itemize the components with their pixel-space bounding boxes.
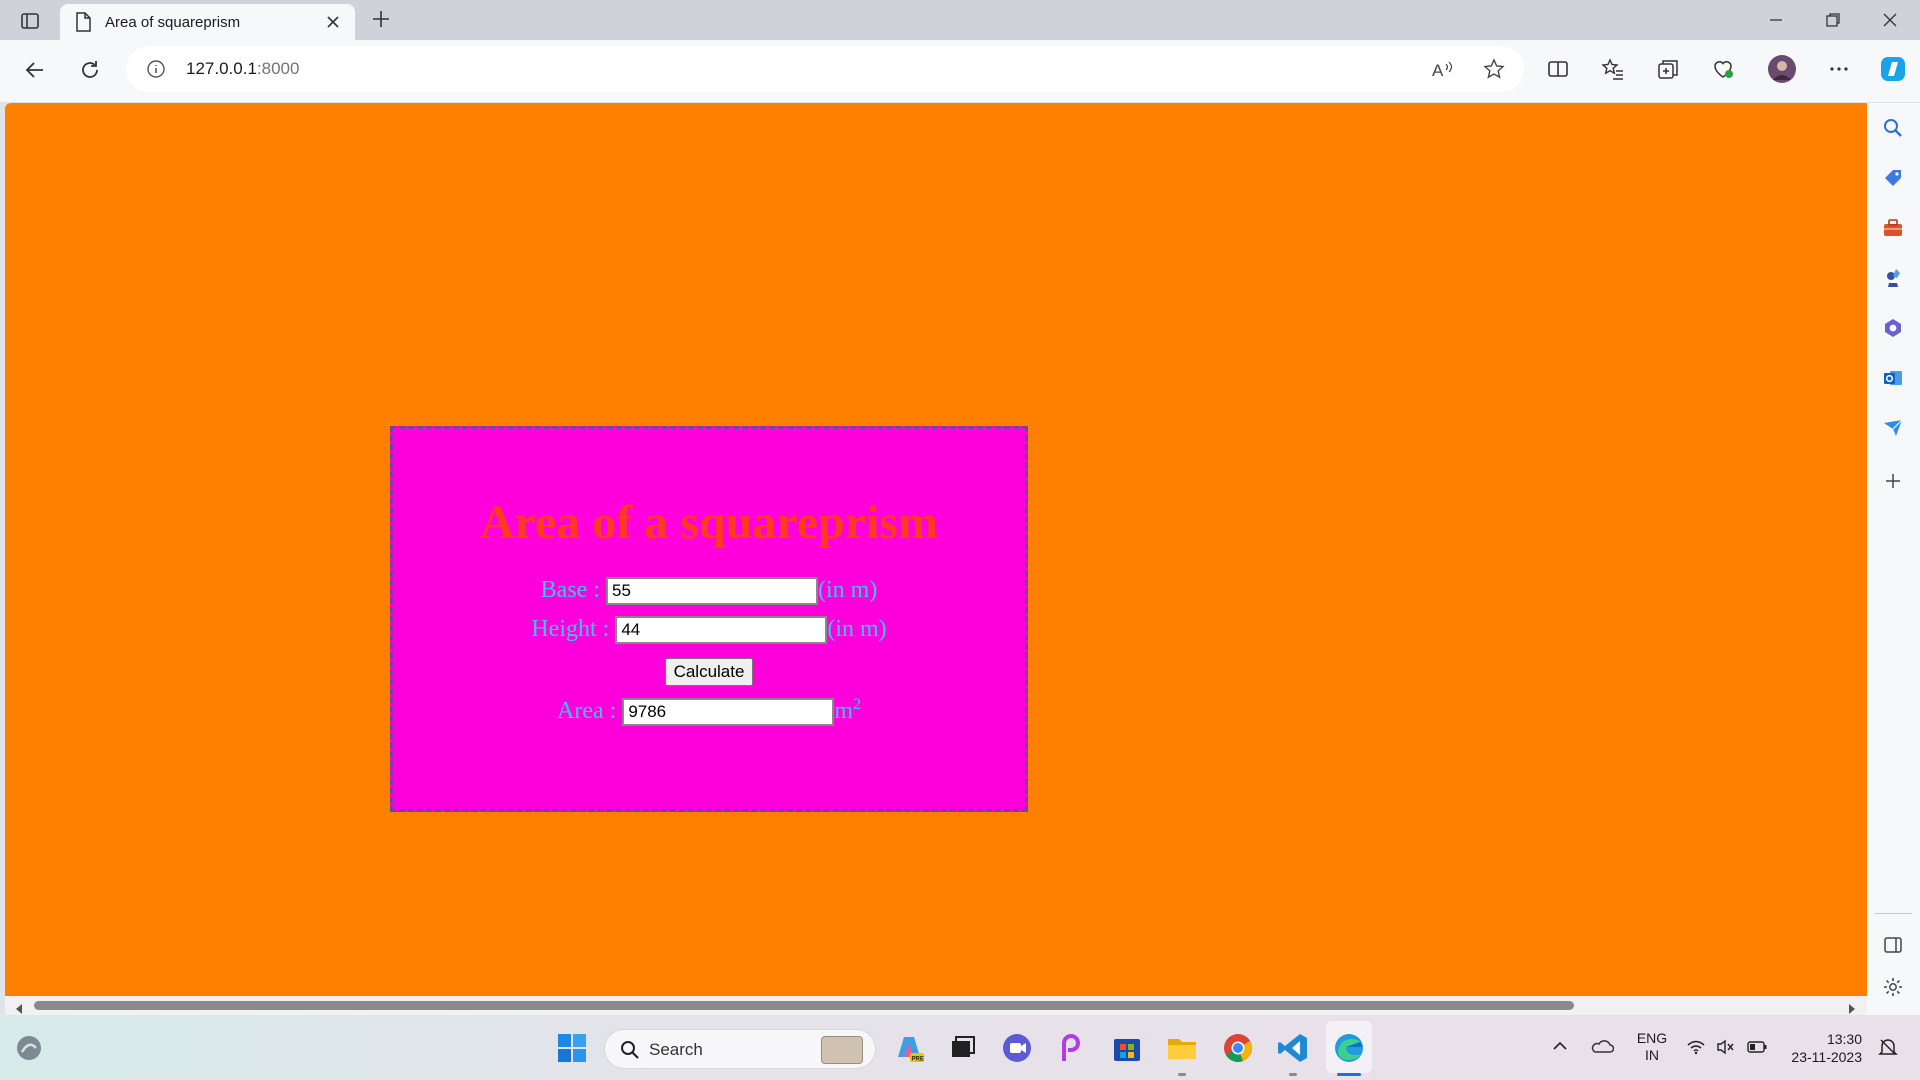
vscode-icon[interactable] bbox=[1276, 1031, 1310, 1065]
browser-toolbar: 127.0.0.1:8000 A bbox=[0, 40, 1920, 102]
start-button-icon[interactable] bbox=[555, 1031, 589, 1065]
shopping-tag-icon[interactable] bbox=[1882, 167, 1904, 194]
page-icon bbox=[74, 12, 92, 37]
page-title: Area of a squareprism bbox=[479, 496, 939, 549]
clock-time: 13:30 bbox=[1826, 1031, 1862, 1047]
microsoft-store-icon[interactable] bbox=[1110, 1031, 1144, 1065]
battery-icon[interactable] bbox=[1746, 1039, 1768, 1060]
browser-tab[interactable]: Area of squareprism bbox=[60, 4, 355, 40]
area-output[interactable] bbox=[622, 698, 835, 727]
area-unit-exponent: 2 bbox=[852, 696, 861, 713]
chrome-icon[interactable] bbox=[1221, 1031, 1255, 1065]
close-window-icon[interactable] bbox=[1878, 8, 1902, 37]
search-icon[interactable] bbox=[1882, 117, 1904, 144]
copilot-icon[interactable] bbox=[1878, 54, 1908, 89]
height-unit: (in m) bbox=[827, 616, 887, 642]
close-tab-icon[interactable] bbox=[323, 12, 343, 37]
edge-sidebar bbox=[1867, 103, 1920, 1015]
read-aloud-icon[interactable]: A bbox=[1431, 58, 1455, 85]
new-tab-icon[interactable] bbox=[370, 8, 392, 35]
vscode-running-indicator bbox=[1289, 1073, 1297, 1076]
file-explorer-running-indicator bbox=[1178, 1073, 1186, 1076]
tools-briefcase-icon[interactable] bbox=[1882, 217, 1904, 244]
task-view-icon[interactable] bbox=[946, 1031, 980, 1065]
search-magnifier-icon bbox=[619, 1039, 641, 1066]
search-placeholder: Search bbox=[649, 1040, 703, 1059]
area-label: Area : bbox=[557, 698, 617, 724]
calculate-row: Calculate bbox=[393, 657, 1025, 686]
notifications-icon[interactable] bbox=[1877, 1036, 1899, 1063]
base-label: Base : bbox=[540, 577, 600, 603]
browser-essentials-icon[interactable] bbox=[1711, 57, 1735, 86]
back-icon[interactable] bbox=[22, 57, 48, 88]
volume-muted-icon[interactable] bbox=[1716, 1039, 1736, 1060]
url-text[interactable]: 127.0.0.1:8000 bbox=[186, 59, 299, 79]
profile-avatar[interactable] bbox=[1767, 54, 1797, 89]
favorite-star-icon[interactable] bbox=[1483, 58, 1505, 85]
tab-title: Area of squareprism bbox=[105, 14, 241, 31]
restore-icon[interactable] bbox=[1821, 8, 1845, 37]
sidebar-settings-icon[interactable] bbox=[1882, 976, 1904, 1003]
hide-sidebar-icon[interactable] bbox=[1882, 934, 1904, 961]
teams-meet-icon[interactable] bbox=[1000, 1031, 1034, 1065]
send-icon[interactable] bbox=[1882, 417, 1904, 444]
base-row: Base : (in m) bbox=[393, 577, 1025, 606]
collections-icon[interactable] bbox=[1656, 57, 1680, 86]
svg-text:A: A bbox=[1432, 61, 1444, 80]
area-row: Area : m2 bbox=[393, 696, 1025, 727]
add-sidebar-app-icon[interactable] bbox=[1882, 470, 1904, 497]
calculator-card: Area of a squareprism Base : (in m) Heig… bbox=[390, 426, 1028, 812]
onedrive-icon[interactable] bbox=[1590, 1037, 1615, 1060]
height-label: Height : bbox=[531, 616, 610, 642]
games-icon[interactable] bbox=[1882, 267, 1904, 294]
horizontal-scrollbar[interactable] bbox=[5, 996, 1867, 1015]
svg-text:PRE: PRE bbox=[912, 1057, 924, 1063]
edge-icon[interactable] bbox=[1332, 1031, 1366, 1065]
taskbar-search-box[interactable]: Search bbox=[604, 1029, 876, 1069]
refresh-icon[interactable] bbox=[77, 57, 103, 88]
show-hidden-icons-icon[interactable] bbox=[1552, 1039, 1568, 1058]
calculate-button[interactable]: Calculate bbox=[664, 658, 754, 686]
base-unit: (in m) bbox=[818, 577, 878, 603]
clock-date: 23-11-2023 bbox=[1791, 1049, 1862, 1065]
sidebar-divider bbox=[1875, 913, 1912, 914]
minimize-icon[interactable] bbox=[1764, 8, 1788, 37]
copilot-preview-icon[interactable]: PRE bbox=[892, 1031, 926, 1065]
outlook-icon[interactable] bbox=[1882, 367, 1904, 394]
height-input[interactable] bbox=[615, 616, 828, 645]
microsoft-365-icon[interactable] bbox=[1882, 317, 1904, 344]
scrollbar-thumb[interactable] bbox=[34, 1001, 1574, 1010]
more-options-icon[interactable] bbox=[1827, 57, 1851, 86]
language-indicator[interactable]: ENG IN bbox=[1630, 1030, 1674, 1064]
picsart-icon[interactable] bbox=[1054, 1031, 1088, 1065]
area-unit: m bbox=[834, 698, 853, 724]
tab-strip: Area of squareprism bbox=[0, 0, 1920, 40]
favorites-icon[interactable] bbox=[1601, 57, 1625, 86]
file-explorer-icon[interactable] bbox=[1165, 1031, 1199, 1065]
windows-taskbar: Search PRE ENG IN 13:30 23-11-2023 bbox=[0, 1015, 1920, 1080]
split-screen-icon[interactable] bbox=[1546, 57, 1570, 86]
edge-active-indicator bbox=[1337, 1073, 1361, 1076]
page-viewport: Area of a squareprism Base : (in m) Heig… bbox=[5, 103, 1867, 996]
search-highlight-icon bbox=[821, 1036, 863, 1064]
base-input[interactable] bbox=[606, 577, 818, 606]
address-bar[interactable]: 127.0.0.1:8000 A bbox=[126, 46, 1524, 92]
wifi-icon[interactable] bbox=[1686, 1039, 1706, 1060]
clock[interactable]: 13:30 23-11-2023 bbox=[1782, 1030, 1862, 1066]
weather-widget-icon[interactable] bbox=[14, 1033, 44, 1068]
tab-actions-icon[interactable] bbox=[18, 9, 42, 33]
site-info-icon[interactable] bbox=[146, 59, 166, 84]
height-row: Height : (in m) bbox=[393, 616, 1025, 645]
